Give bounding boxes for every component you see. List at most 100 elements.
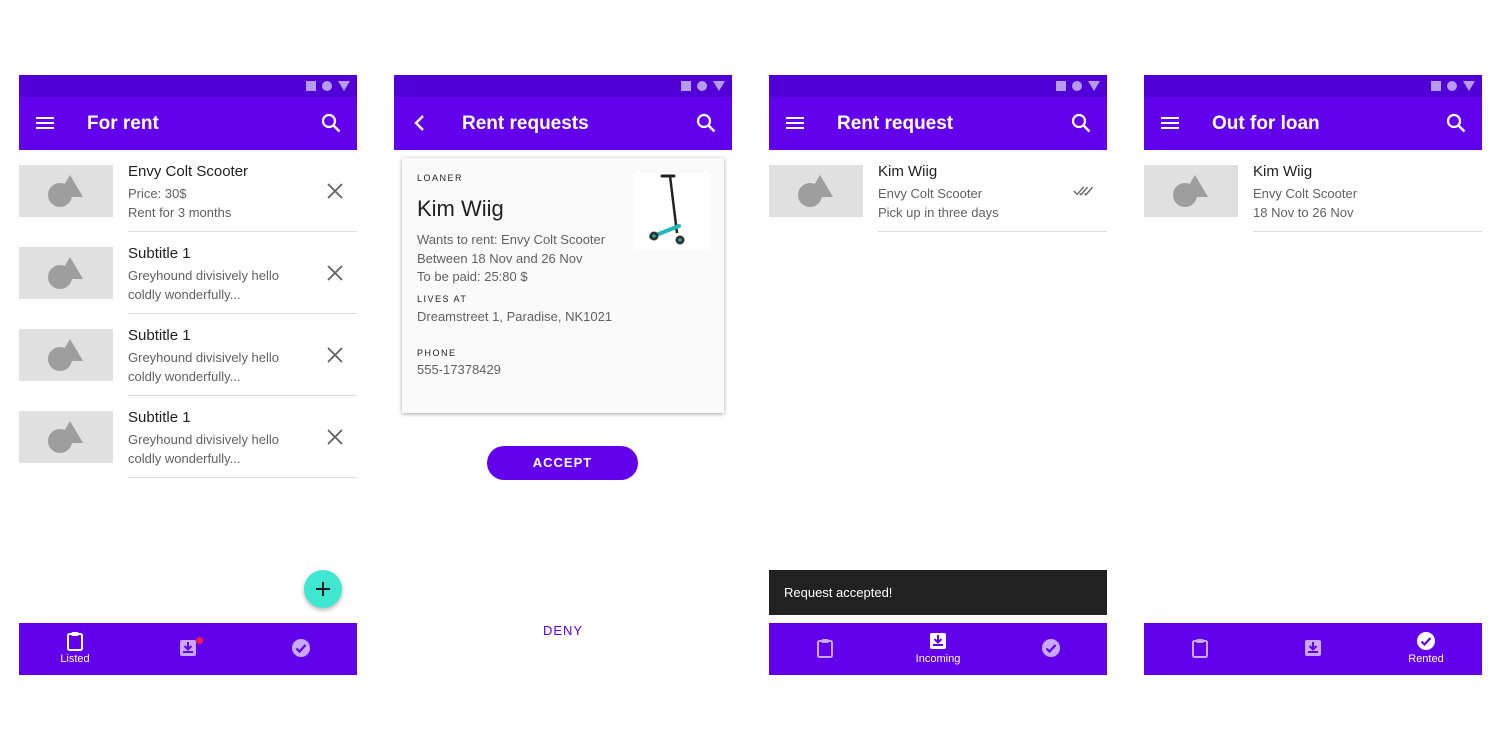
page-title: Rent requests	[462, 113, 589, 134]
item-line2: Rent for 3 months	[128, 205, 232, 220]
nav-item-rented[interactable]: Rented	[1370, 623, 1482, 675]
status-bar	[1144, 75, 1482, 97]
status-square-icon	[681, 81, 691, 91]
image-placeholder-icon	[769, 165, 863, 217]
top-app-bar: Rent requests	[394, 97, 732, 150]
loaner-name: Kim Wiig	[417, 196, 504, 221]
divider	[1253, 231, 1482, 232]
status-circle-icon	[1447, 81, 1457, 91]
inbox-download-icon	[1305, 640, 1321, 656]
status-circle-icon	[697, 81, 707, 91]
menu-icon[interactable]	[33, 111, 57, 135]
status-triangle-icon	[713, 81, 725, 91]
item-title: Subtitle 1	[128, 327, 191, 344]
scooter-image	[634, 173, 710, 249]
status-square-icon	[1431, 81, 1441, 91]
nav-item-rented[interactable]	[245, 623, 357, 675]
search-icon[interactable]	[319, 111, 343, 135]
nav-item-listed[interactable]	[769, 623, 881, 675]
bottom-navigation: Listed	[19, 623, 357, 675]
nav-item-incoming[interactable]	[132, 623, 244, 675]
top-app-bar: Rent request	[769, 97, 1107, 150]
item-line1: Greyhound divisively hello	[128, 350, 280, 365]
item-title: Subtitle 1	[128, 245, 191, 262]
search-icon[interactable]	[1069, 111, 1093, 135]
close-icon[interactable]	[325, 427, 345, 447]
bottom-navigation: Rented	[1144, 623, 1482, 675]
inbox-download-icon	[180, 640, 196, 656]
list-item[interactable]: Kim Wiig Envy Colt Scooter Pick up in th…	[769, 150, 1107, 232]
wants-to-rent-text: Wants to rent: Envy Colt Scooter	[417, 232, 606, 247]
address-text: Dreamstreet 1, Paradise, NK1021	[417, 309, 613, 324]
page-title: Out for loan	[1212, 113, 1320, 134]
nav-label: Rented	[1408, 653, 1444, 665]
status-bar	[394, 75, 732, 97]
check-circle-icon	[1042, 639, 1060, 657]
image-placeholder-icon	[19, 411, 113, 463]
item-title: Envy Colt Scooter	[128, 163, 249, 180]
status-triangle-icon	[1463, 81, 1475, 91]
close-icon[interactable]	[325, 181, 345, 201]
search-icon[interactable]	[694, 111, 718, 135]
page-title: Rent request	[837, 113, 954, 134]
check-circle-icon	[1417, 632, 1435, 650]
snackbar: Request accepted!	[769, 570, 1107, 615]
list-item[interactable]: Kim Wiig Envy Colt Scooter 18 Nov to 26 …	[1144, 150, 1482, 232]
screen-out-for-loan: Out for loan Kim Wiig Envy Colt Scooter …	[1144, 75, 1482, 675]
image-placeholder-icon	[19, 165, 113, 217]
item-line2: coldly wonderfully...	[128, 369, 241, 384]
list-item[interactable]: Subtitle 1 Greyhound divisively hello co…	[19, 232, 357, 314]
item-line2: Pick up in three days	[878, 205, 999, 220]
double-check-icon[interactable]	[1073, 181, 1093, 201]
rent-request-card: LOANER Kim Wiig Wants to rent: Envy Colt…	[402, 158, 724, 413]
top-app-bar: For rent	[19, 97, 357, 150]
status-bar	[769, 75, 1107, 97]
list-item[interactable]: Envy Colt Scooter Price: 30$ Rent for 3 …	[19, 150, 357, 232]
page-title: For rent	[87, 113, 159, 134]
close-icon[interactable]	[325, 263, 345, 283]
divider	[128, 477, 357, 478]
status-triangle-icon	[338, 81, 350, 91]
nav-item-rented[interactable]	[995, 623, 1107, 675]
deny-button[interactable]: DENY	[394, 623, 732, 638]
add-icon	[316, 582, 330, 596]
screen-for-rent: For rent Envy Colt Scooter Price: 30$ Re…	[19, 75, 357, 675]
phone-text: 555-17378429	[417, 362, 501, 377]
image-placeholder-icon	[19, 247, 113, 299]
divider	[878, 231, 1107, 232]
item-line1: Greyhound divisively hello	[128, 432, 280, 447]
item-line1: Greyhound divisively hello	[128, 268, 280, 283]
menu-icon[interactable]	[783, 111, 807, 135]
nav-item-incoming[interactable]: Incoming	[882, 623, 994, 675]
clipboard-icon	[1192, 639, 1208, 658]
add-fab-button[interactable]	[304, 570, 342, 608]
phone-label: PHONE	[417, 348, 457, 358]
status-circle-icon	[322, 81, 332, 91]
list-item[interactable]: Subtitle 1 Greyhound divisively hello co…	[19, 314, 357, 396]
back-arrow-icon[interactable]	[408, 111, 432, 135]
close-icon[interactable]	[325, 345, 345, 365]
search-icon[interactable]	[1444, 111, 1468, 135]
top-app-bar: Out for loan	[1144, 97, 1482, 150]
item-line2: coldly wonderfully...	[128, 451, 241, 466]
image-placeholder-icon	[19, 329, 113, 381]
accept-button[interactable]: ACCEPT	[487, 446, 638, 480]
nav-item-incoming[interactable]	[1257, 623, 1369, 675]
status-circle-icon	[1072, 81, 1082, 91]
lives-at-label: LIVES AT	[417, 294, 468, 304]
list-item[interactable]: Subtitle 1 Greyhound divisively hello co…	[19, 396, 357, 478]
image-placeholder-icon	[1144, 165, 1238, 217]
menu-icon[interactable]	[1158, 111, 1182, 135]
item-title: Subtitle 1	[128, 409, 191, 426]
screen-rent-requests: Rent requests LOANER Kim Wiig Wants to r…	[394, 75, 732, 675]
item-line2: 18 Nov to 26 Nov	[1253, 205, 1354, 220]
screen-rent-request: Rent request Kim Wiig Envy Colt Scooter …	[769, 75, 1107, 675]
status-triangle-icon	[1088, 81, 1100, 91]
clipboard-icon	[817, 639, 833, 658]
item-line1: Price: 30$	[128, 186, 187, 201]
inbox-download-icon	[930, 633, 946, 649]
date-range-text: Between 18 Nov and 26 Nov	[417, 251, 583, 266]
status-square-icon	[1056, 81, 1066, 91]
nav-item-listed[interactable]	[1144, 623, 1256, 675]
nav-item-listed[interactable]: Listed	[19, 623, 131, 675]
